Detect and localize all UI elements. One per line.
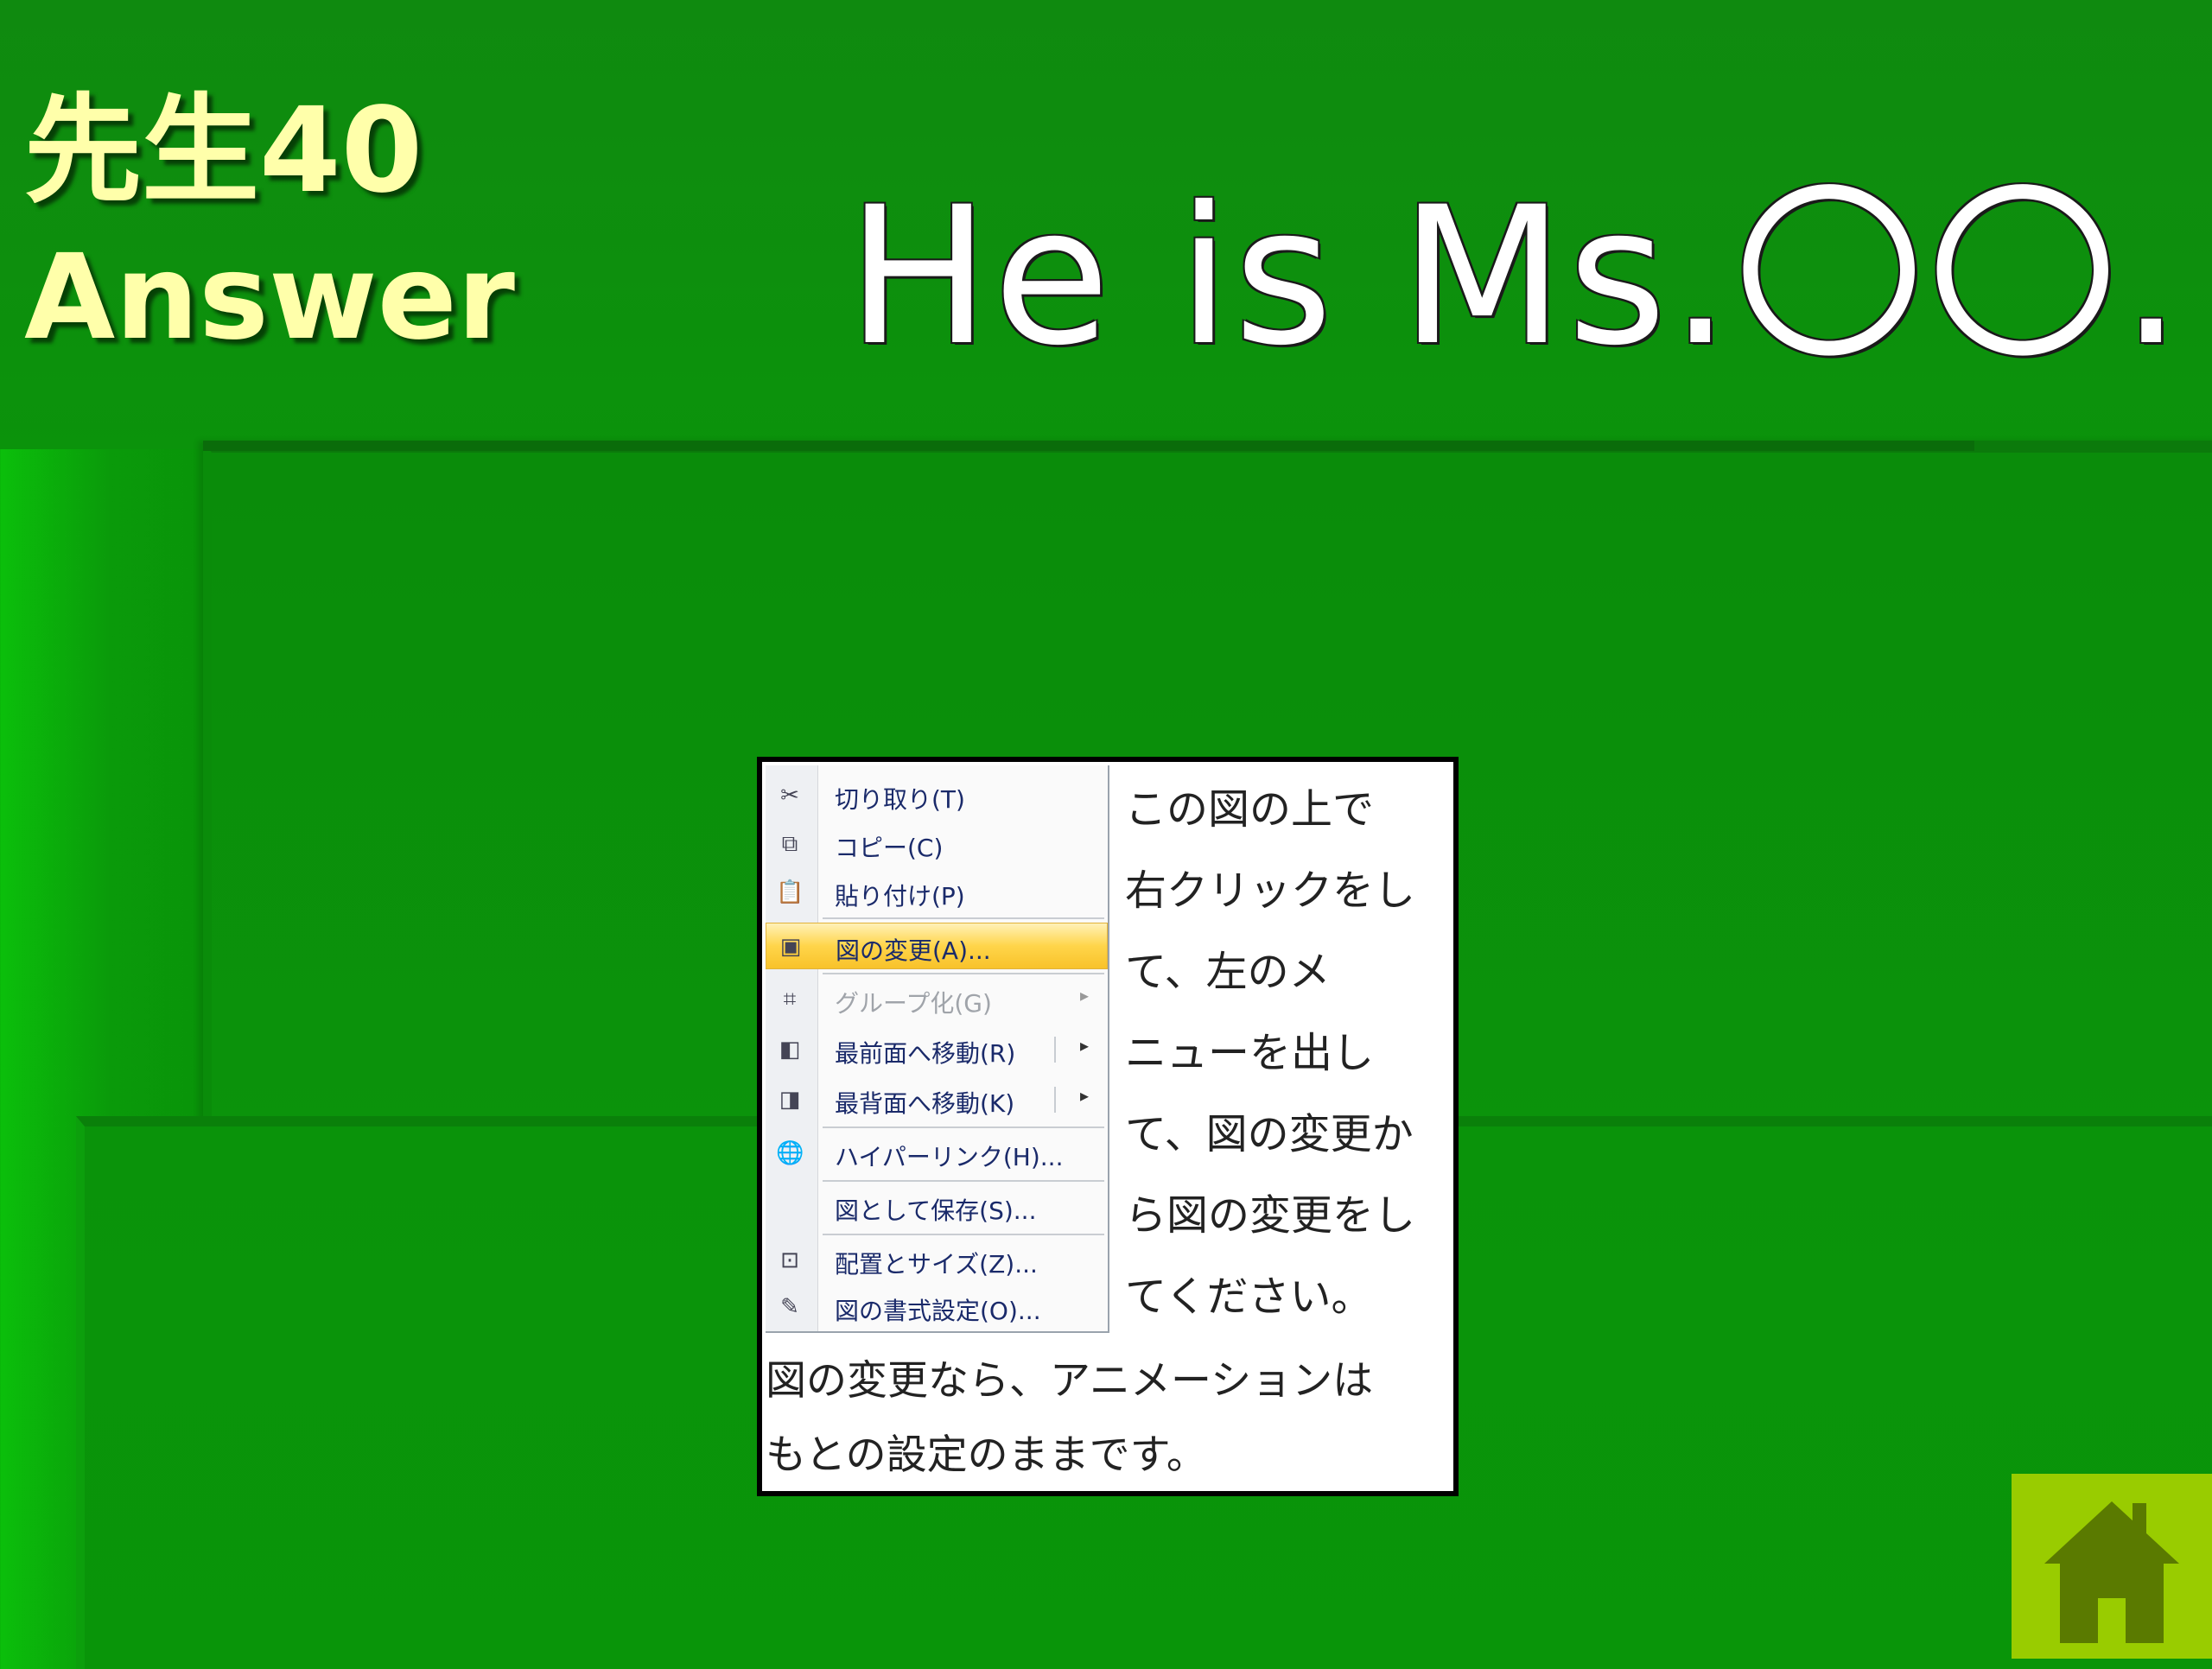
menu-item-format-picture[interactable]: ✎ 図の書式設定(O)... [766, 1284, 1108, 1330]
menu-item-group[interactable]: ⌗ グループ化(G) ▸ [766, 976, 1108, 1023]
side-instruction-line: てください。 [1125, 1272, 1373, 1321]
bottom-instructions: 図の変更なら、アニメーションは もとの設定のままです。 [766, 1344, 1457, 1493]
answer-text: He is Ms.〇〇. [847, 166, 2185, 387]
slide-title-line1: 先生40 [24, 83, 423, 219]
hyperlink-icon: 🌐 [776, 1140, 804, 1166]
menu-divider [823, 1180, 1104, 1182]
menu-item-paste[interactable]: 📋 貼り付け(P) [766, 869, 1108, 916]
scissors-icon: ✂ [780, 783, 799, 809]
format-picture-icon: ✎ [780, 1294, 799, 1320]
side-instruction-line: て、図の変更か [1125, 1110, 1414, 1158]
menu-item-copy[interactable]: ⧉ コピー(C) [766, 821, 1108, 867]
side-instruction-line: ら図の変更をし [1125, 1191, 1416, 1240]
slide-title-line2: Answer [24, 230, 515, 366]
bring-to-front-icon: ◧ [779, 1037, 801, 1063]
side-instruction-line: 右クリックをし [1125, 866, 1416, 915]
submenu-arrow-icon[interactable]: ▸ [1080, 1085, 1089, 1106]
menu-divider [823, 973, 1104, 974]
decorative-panel-edge [203, 441, 1974, 451]
context-menu: ✂ 切り取り(T) ⧉ コピー(C) 📋 貼り付け(P) ▣ 図の変更(A)..… [766, 765, 1109, 1333]
change-picture-icon: ▣ [779, 934, 802, 960]
group-icon: ⌗ [783, 987, 797, 1012]
menu-item-size-position[interactable]: ⊡ 配置とサイズ(Z)... [766, 1237, 1108, 1284]
slide-title: 先生40 Answer [24, 78, 515, 371]
side-instruction-line: この図の上で [1125, 785, 1375, 834]
send-to-back-icon: ◨ [779, 1087, 801, 1113]
side-instruction-line: て、左のメ [1125, 948, 1331, 996]
side-instruction-line: ニューを出し [1125, 1029, 1375, 1077]
bottom-instruction-line: 図の変更なら、アニメーションは [766, 1357, 1374, 1405]
side-instructions: この図の上で 右クリックをし て、左のメ ニューを出し て、図の変更か ら図の変… [1125, 769, 1453, 1337]
submenu-separator [1054, 1037, 1056, 1063]
menu-item-hyperlink[interactable]: 🌐 ハイパーリンク(H)... [766, 1130, 1108, 1177]
submenu-separator [1054, 1087, 1056, 1113]
paste-icon: 📋 [776, 879, 804, 905]
menu-divider [823, 917, 1104, 919]
home-icon [2044, 1501, 2179, 1643]
copy-icon: ⧉ [781, 831, 798, 857]
menu-item-cut[interactable]: ✂ 切り取り(T) [766, 772, 1108, 819]
menu-item-send-to-back[interactable]: ◨ 最背面へ移動(K) ▸ [766, 1076, 1108, 1123]
submenu-arrow-icon: ▸ [1079, 985, 1089, 1006]
submenu-arrow-icon[interactable]: ▸ [1080, 1035, 1089, 1056]
menu-divider [823, 1126, 1104, 1128]
menu-divider [823, 1234, 1104, 1235]
menu-item-change-picture[interactable]: ▣ 図の変更(A)... [766, 923, 1108, 969]
bottom-instruction-line: もとの設定のままです。 [766, 1431, 1207, 1479]
instruction-picture[interactable]: ✂ 切り取り(T) ⧉ コピー(C) 📋 貼り付け(P) ▣ 図の変更(A)..… [757, 757, 1459, 1496]
menu-item-bring-to-front[interactable]: ◧ 最前面へ移動(R) ▸ [766, 1026, 1108, 1073]
size-position-icon: ⊡ [780, 1247, 799, 1273]
menu-item-save-as-picture[interactable]: 図として保存(S)... [766, 1184, 1108, 1230]
home-button[interactable] [2012, 1474, 2212, 1659]
